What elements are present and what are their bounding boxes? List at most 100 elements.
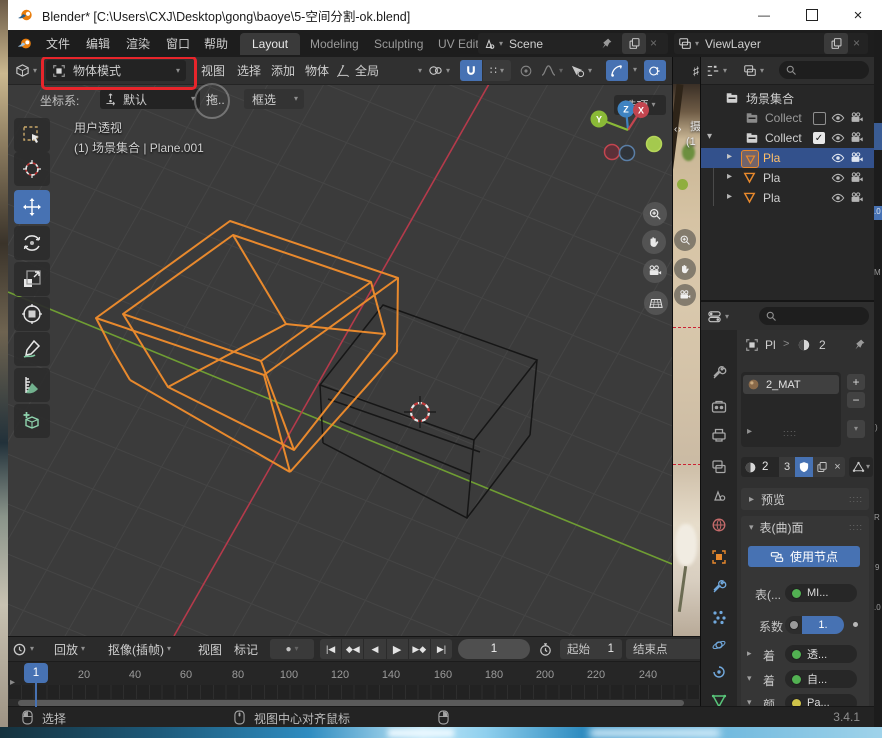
show-gizmo-dropdown[interactable]: ▾ (570, 60, 592, 81)
mode-dropdown[interactable]: 物体模式 ▾ (46, 60, 186, 81)
ortho-toggle-button[interactable] (644, 291, 668, 315)
pin-icon[interactable] (600, 37, 613, 50)
tab-modeling[interactable]: Modeling (300, 33, 369, 55)
tab-tool[interactable] (701, 360, 737, 386)
render-visibility-icon[interactable] (850, 151, 864, 165)
markers-menu[interactable]: 标记 (234, 639, 258, 659)
display-mode-dropdown[interactable]: ▾ (706, 61, 727, 80)
remove-slot-button[interactable]: − (847, 392, 865, 408)
view-layer-remove-button[interactable]: × (853, 36, 860, 50)
blender-menu-logo-icon[interactable] (16, 35, 33, 52)
strip-resize-handle[interactable]: ‹ › (674, 124, 680, 135)
timeline-ruler[interactable]: 20 40 60 80 100 120 140 160 180 200 220 … (8, 661, 700, 686)
animate-decorator[interactable] (853, 622, 858, 627)
tab-object-data[interactable] (701, 688, 737, 708)
tool-select-box[interactable] (14, 118, 50, 152)
view-layer-selector[interactable]: ▾ ViewLayer × (674, 33, 868, 54)
menu-window[interactable]: 窗口 (160, 30, 196, 57)
editor-type-button[interactable]: ▾ (12, 60, 40, 81)
menu-add[interactable]: 添加 (266, 57, 300, 84)
hide-eye-icon[interactable] (831, 151, 845, 165)
menu-select[interactable]: 选择 (232, 57, 266, 84)
menu-object[interactable]: 物体 (300, 57, 334, 84)
jump-to-end-button[interactable]: ▶| (431, 639, 452, 659)
tool-move[interactable] (14, 190, 50, 224)
keying-menu[interactable]: 抠像(插帧)▾ (108, 639, 171, 659)
outliner-row-collection[interactable]: ▾ Collect ✓ (701, 128, 874, 148)
render-visibility-icon[interactable] (850, 131, 864, 145)
snap-toggle[interactable] (460, 60, 482, 81)
tool-transform[interactable] (14, 297, 50, 331)
filter-dropdown[interactable]: ▾ (743, 61, 764, 80)
auto-keying-group[interactable]: ● ▾ (270, 639, 314, 659)
material-users-button[interactable]: 3 (779, 457, 795, 477)
menu-help[interactable]: 帮助 (198, 30, 234, 57)
tab-object[interactable] (701, 544, 737, 570)
stopwatch-icon[interactable] (538, 642, 553, 657)
outliner-row-collection-excluded[interactable]: Collect (701, 108, 874, 128)
tab-world[interactable] (701, 512, 737, 538)
menu-edit[interactable]: 编辑 (80, 30, 116, 57)
strip-pan-button[interactable] (674, 258, 696, 280)
tab-particles[interactable] (701, 604, 737, 630)
maximize-button[interactable] (791, 0, 833, 30)
snap-with-dropdown[interactable]: ∷ ▾ (483, 60, 511, 81)
pin-icon[interactable] (853, 338, 866, 351)
factor-socket[interactable] (785, 616, 802, 634)
minimize-button[interactable]: — (743, 0, 785, 30)
pan-button[interactable] (642, 230, 666, 254)
shader2-input[interactable]: 自... (785, 670, 857, 688)
material-unlink-button[interactable]: × (830, 457, 845, 477)
expand-caret-icon[interactable]: ▾ (707, 131, 712, 142)
timeline-track[interactable] (8, 685, 700, 699)
tool-annotate[interactable] (14, 332, 50, 366)
close-button[interactable]: × (837, 0, 879, 30)
orientation-dropdown[interactable]: 全局 ▾ (336, 60, 426, 81)
expand-caret-icon[interactable]: ▸ (727, 191, 732, 202)
properties-search[interactable] (759, 307, 869, 325)
material-browse[interactable]: 2 (741, 457, 779, 477)
view-layer-copy-button[interactable] (824, 33, 848, 54)
render-visibility-icon[interactable] (850, 171, 864, 185)
menu-render[interactable]: 渲染 (120, 30, 156, 57)
coordinate-system-dropdown[interactable]: 默认 ▾ (100, 89, 200, 109)
preview-panel-header[interactable]: ▸ 预览 :::: (741, 488, 869, 510)
include-checkbox[interactable]: ✓ (813, 132, 825, 144)
jump-to-start-button[interactable]: |◀ (320, 639, 342, 659)
overlays-toggle[interactable] (644, 60, 666, 81)
add-slot-button[interactable]: + (847, 374, 865, 390)
scene-selector[interactable]: ▾ Scene × (478, 33, 668, 54)
material-copy-button[interactable] (813, 457, 830, 477)
breadcrumb-object[interactable]: Pl (765, 338, 776, 352)
shader1-input[interactable]: 透... (785, 645, 857, 663)
current-frame-field[interactable]: 1 (458, 639, 530, 659)
breadcrumb-material[interactable]: 2 (819, 338, 826, 352)
node-tree-dropdown[interactable]: ▾ (849, 457, 873, 477)
playback-menu[interactable]: 回放▾ (54, 639, 85, 659)
expand-caret-icon[interactable]: ▾ (747, 673, 752, 684)
fake-user-toggle[interactable] (795, 457, 813, 477)
outliner-row-plane[interactable]: ▸ Pla (701, 188, 874, 208)
outliner-row-scene-collection[interactable]: 场景集合 (701, 88, 874, 108)
tab-output[interactable] (701, 422, 737, 448)
prev-keyframe-button[interactable]: ◆◀ (342, 639, 364, 659)
playhead-line[interactable] (35, 683, 37, 707)
pivot-point-button[interactable]: ▾ (428, 60, 450, 81)
xray-toggle[interactable]: ♯ (693, 64, 699, 78)
exclude-checkbox[interactable] (813, 112, 826, 125)
hide-eye-icon[interactable] (831, 191, 845, 205)
select-box-dropdown[interactable]: 框选 ▾ (244, 89, 304, 109)
hide-eye-icon[interactable] (831, 111, 845, 125)
outliner-search[interactable] (779, 61, 869, 79)
proportional-edit-toggle[interactable] (516, 60, 536, 81)
tool-add-cube[interactable] (14, 404, 50, 438)
falloff-dropdown[interactable]: ▾ (538, 60, 566, 81)
navigation-gizmo[interactable]: Z X Y (568, 87, 672, 179)
timeline-editor-dropdown[interactable]: ▾ (12, 639, 34, 659)
frame-end-field[interactable]: 结束点 (626, 639, 700, 659)
window-titlebar[interactable]: Blender* [C:\Users\CXJ\Desktop\gong\baoy… (8, 0, 882, 30)
slot-grip[interactable]: :::: (783, 428, 797, 438)
render-visibility-icon[interactable] (850, 111, 864, 125)
playback-controls[interactable]: |◀ ◆◀ ◀ ▶ ▶◆ ▶| (320, 639, 452, 659)
gizmos-toggle[interactable] (606, 60, 628, 81)
